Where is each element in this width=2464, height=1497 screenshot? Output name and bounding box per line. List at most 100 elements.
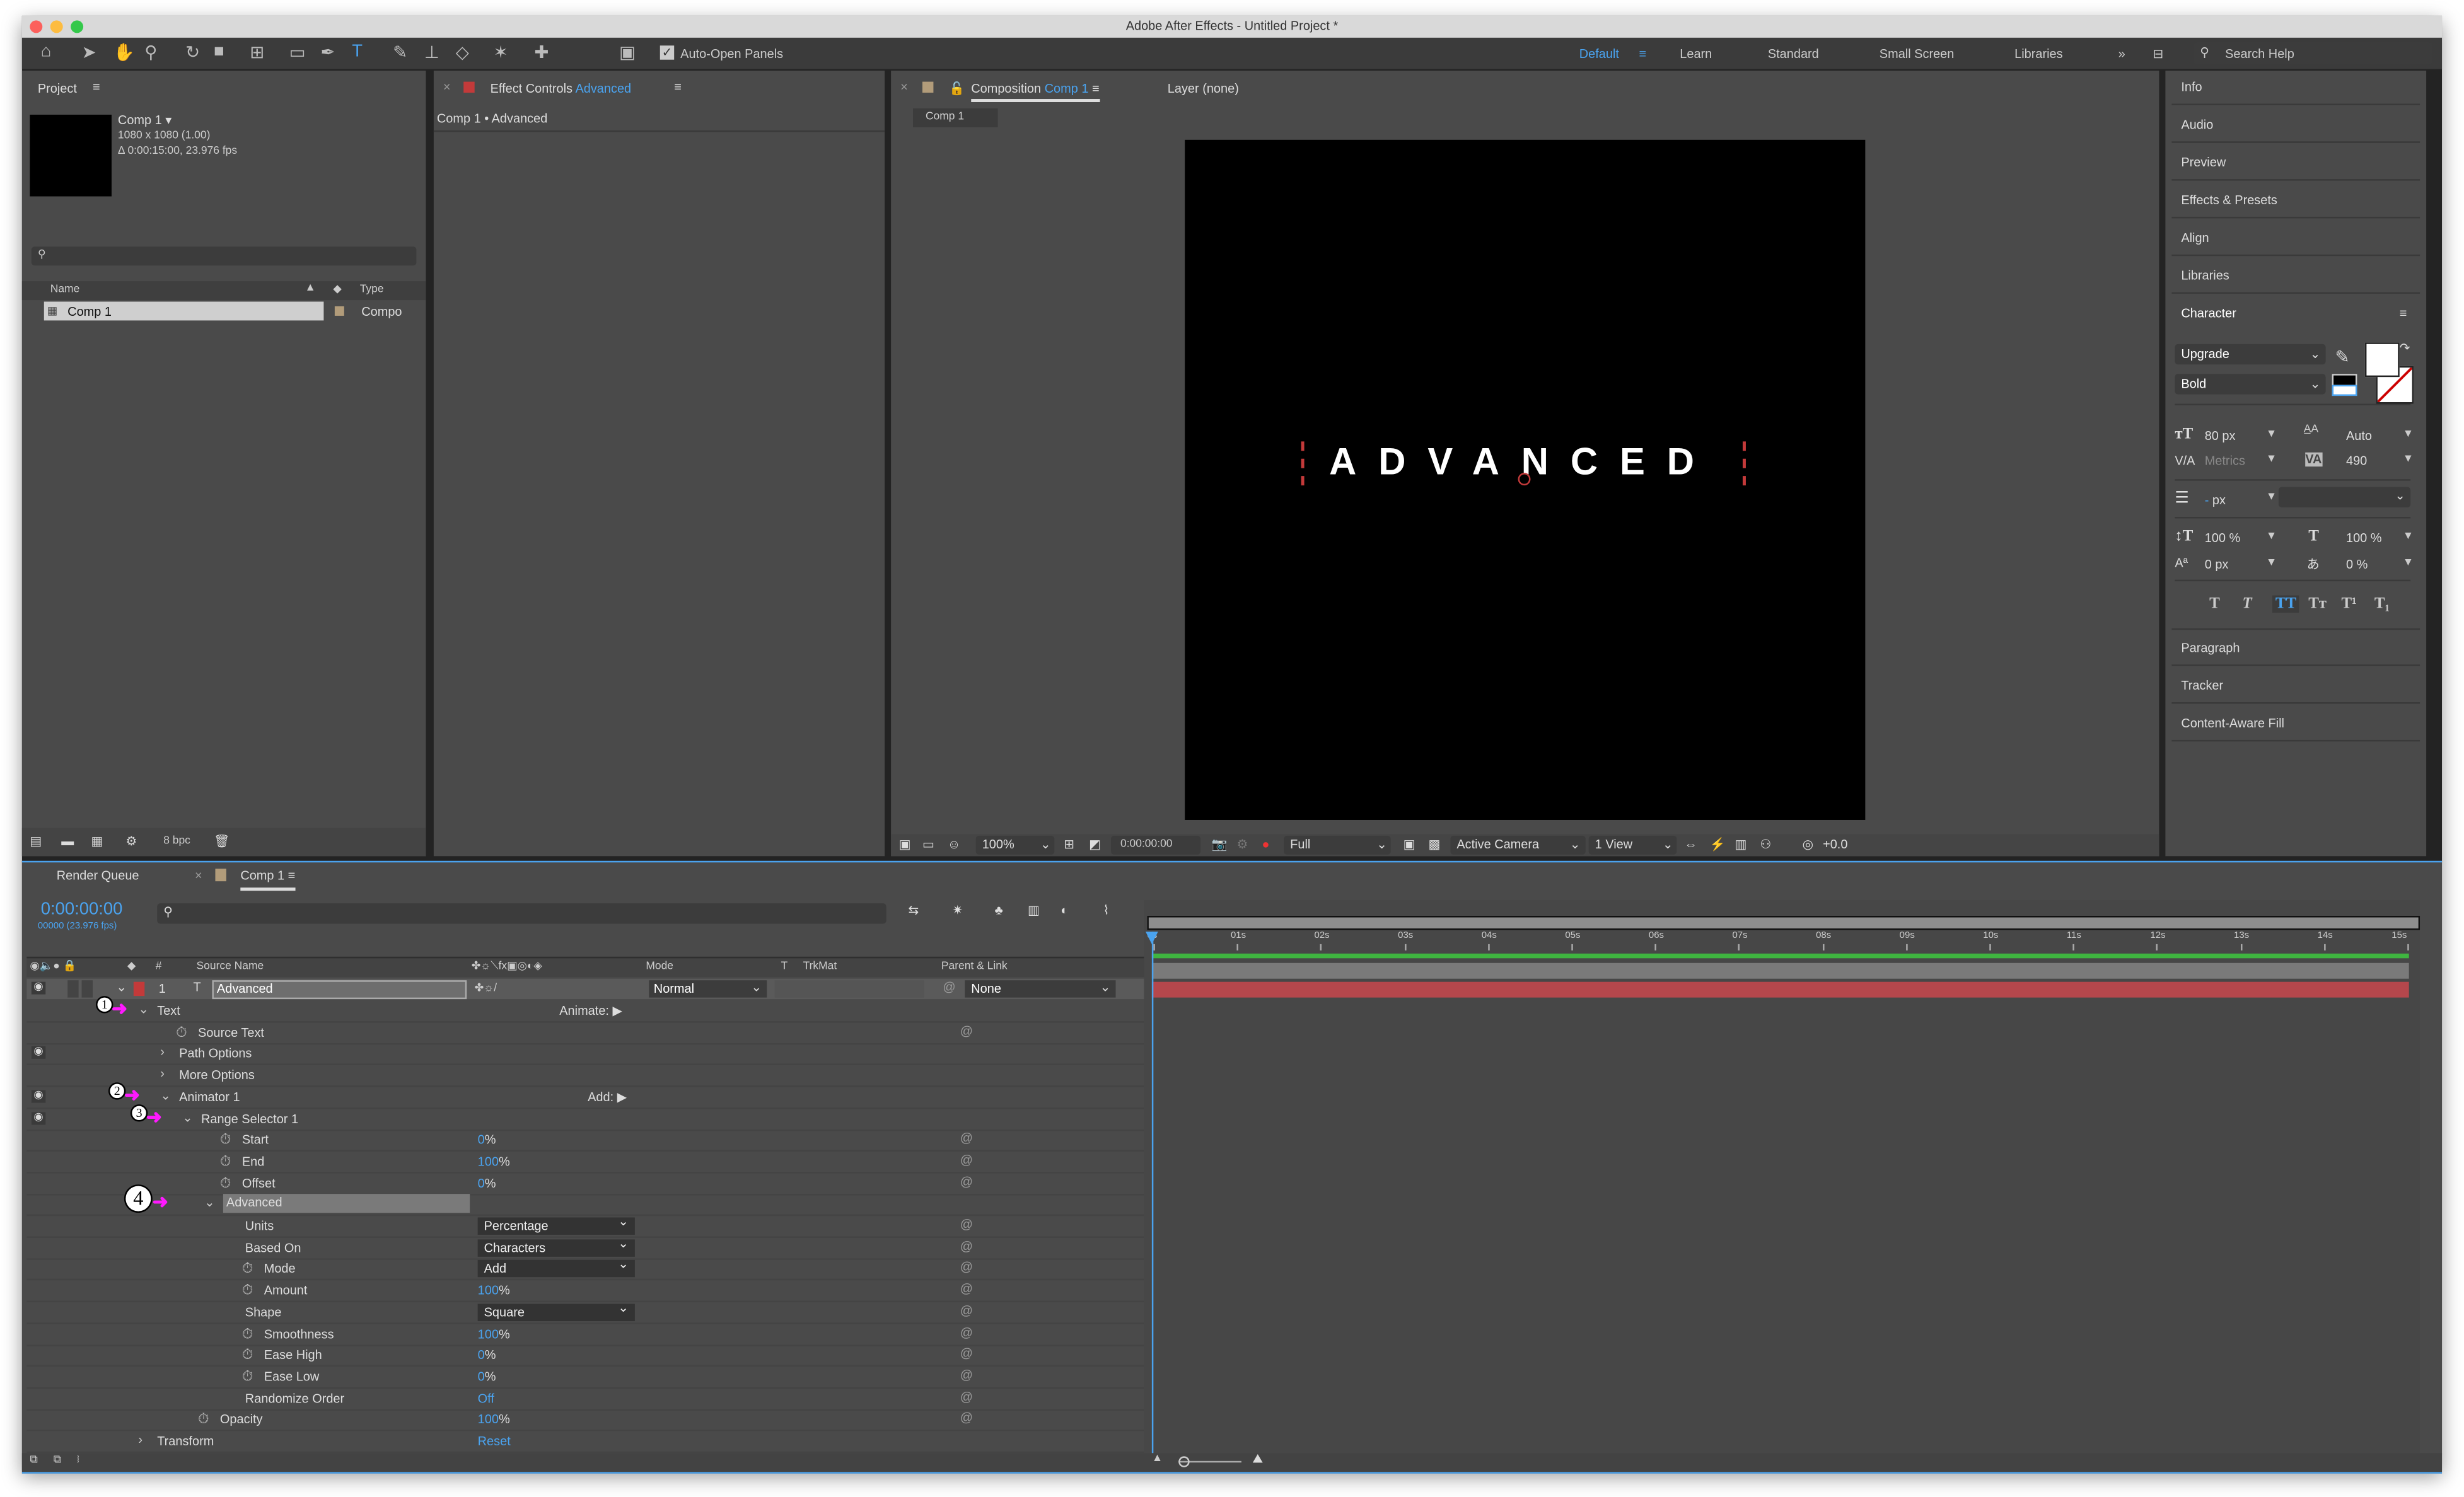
property-value[interactable]: 100% xyxy=(478,1327,510,1341)
new-folder-icon[interactable]: ▬ xyxy=(61,834,74,848)
stopwatch-icon[interactable]: ⏱ xyxy=(242,1282,258,1298)
flowchart-icon[interactable]: ⚇ xyxy=(1760,837,1771,851)
col-trkmat[interactable]: TrkMat xyxy=(803,961,837,972)
workspace-standard[interactable]: Standard xyxy=(1768,47,1819,61)
property-value[interactable]: Reset xyxy=(478,1434,511,1448)
layer-label-color[interactable] xyxy=(133,981,145,997)
panel-menu-icon[interactable]: ≡ xyxy=(2400,306,2407,320)
workspace-small-screen[interactable]: Small Screen xyxy=(1880,47,1955,61)
playhead[interactable] xyxy=(1151,931,1154,1454)
show-snapshot-icon[interactable]: ⚙ xyxy=(1236,837,1248,851)
add-animator-menu[interactable]: Add: ▶ xyxy=(588,1090,627,1104)
property-row-mode[interactable]: ⏱ Mode Add @ xyxy=(26,1256,1148,1281)
panel-content-aware-fill[interactable]: Content-Aware Fill xyxy=(2181,716,2284,730)
sort-ascending-icon[interactable]: ▲ xyxy=(305,283,316,294)
stroke-style-dropdown[interactable]: ⌄ xyxy=(2278,487,2411,508)
zoom-tool-icon[interactable]: ⚲ xyxy=(144,42,157,63)
property-row-randomize-order[interactable]: Randomize Order Off @ xyxy=(26,1388,1148,1411)
property-row-range-selector-1[interactable]: ◉ ⌄ Range Selector 1 3 ➜ xyxy=(26,1103,1148,1131)
comp-mini-flowchart-icon[interactable]: ⇆ xyxy=(909,903,919,917)
solo-toggle[interactable] xyxy=(67,980,79,998)
comp-nav-tab[interactable]: Comp 1 xyxy=(913,108,998,127)
in-out-toggle-icon[interactable]: ⧘ xyxy=(77,1455,79,1467)
hand-tool-icon[interactable]: ✋ xyxy=(113,42,134,63)
stopwatch-icon[interactable]: ⏱ xyxy=(220,1153,236,1169)
home-icon[interactable]: ⌂ xyxy=(41,42,52,61)
twirl-open-icon[interactable]: ⌄ xyxy=(138,1002,149,1016)
eyedropper-icon[interactable]: ✎ xyxy=(2335,347,2350,367)
col-source-name[interactable]: Source Name xyxy=(197,961,264,972)
pen-tool-icon[interactable]: ✒ xyxy=(320,42,335,63)
property-value[interactable]: 0% xyxy=(478,1348,496,1362)
property-row-start[interactable]: ⏱ Start 0% @ xyxy=(26,1130,1148,1152)
trash-icon[interactable]: 🗑 xyxy=(214,834,230,848)
value-number[interactable]: Off xyxy=(478,1391,494,1405)
bit-depth[interactable]: 8 bpc xyxy=(163,836,190,847)
toggle-pixel-aspect-icon[interactable]: ⇔ xyxy=(1685,837,1697,851)
expression-pick-whip-icon[interactable]: @ xyxy=(960,1303,973,1317)
col-name[interactable]: Name xyxy=(50,284,80,295)
minimize-window-button[interactable] xyxy=(50,20,63,33)
tracking-value[interactable]: 490 xyxy=(2346,454,2367,468)
blend-mode-dropdown[interactable]: Normal ⌄ xyxy=(649,980,767,998)
panel-align[interactable]: Align xyxy=(2181,231,2209,245)
expression-pick-whip-icon[interactable]: @ xyxy=(960,1174,973,1188)
tab-label[interactable]: Comp 1 xyxy=(240,869,284,882)
layer-name-field[interactable]: Advanced xyxy=(212,980,467,1000)
expression-pick-whip-icon[interactable]: @ xyxy=(960,1239,973,1253)
property-row-end[interactable]: ⏱ End 100% @ xyxy=(26,1152,1148,1174)
font-family-dropdown[interactable]: Upgrade ⌄ xyxy=(2175,344,2326,365)
rotate-tool-icon[interactable]: ↻ xyxy=(185,42,200,63)
dropdown-triangle-icon[interactable]: ▼ xyxy=(2266,492,2277,502)
workspace-menu-icon[interactable]: ≡ xyxy=(1639,47,1646,61)
property-row-source-text[interactable]: ⏱ Source Text @ xyxy=(26,1022,1148,1044)
time-navigator[interactable] xyxy=(1147,916,2420,930)
current-time-field[interactable]: 0:00:00:00 xyxy=(1111,835,1201,855)
project-item-comp1[interactable]: ▦ Comp 1 Compo xyxy=(22,301,426,321)
property-row-ease-low[interactable]: ⏱ Ease Low 0% @ xyxy=(26,1367,1148,1389)
tab-label[interactable]: Effect Controls xyxy=(491,82,572,96)
property-row-path-options[interactable]: ◉ › Path Options xyxy=(26,1044,1148,1066)
comp-canvas[interactable]: ADVANCED xyxy=(1185,139,1866,820)
tab-comp-name[interactable]: Comp 1 xyxy=(1045,82,1089,96)
property-row-more-options[interactable]: › More Options xyxy=(26,1065,1148,1087)
workspace-learn[interactable]: Learn xyxy=(1680,47,1712,61)
puppet-tool-icon[interactable]: ✚ xyxy=(534,42,549,63)
layer-switches[interactable]: ✤☼/ xyxy=(475,982,497,994)
leading-value[interactable]: Auto xyxy=(2346,429,2372,442)
close-tab-icon[interactable]: × xyxy=(443,80,451,94)
expression-pick-whip-icon[interactable]: @ xyxy=(960,1024,973,1037)
property-dropdown[interactable]: Percentage xyxy=(477,1213,635,1235)
value-number[interactable]: 100 xyxy=(478,1155,499,1169)
dropdown-triangle-icon[interactable]: ▼ xyxy=(2403,454,2414,465)
time-graph[interactable]: 0s01s02s03s04s05s06s07s08s09s10s11s12s13… xyxy=(1144,900,2420,1454)
kerning-value[interactable]: Metrics xyxy=(2205,454,2245,468)
parent-pick-whip-icon[interactable]: @ xyxy=(943,980,955,994)
interpret-footage-icon[interactable]: ▤ xyxy=(30,834,42,848)
draft-3d-icon[interactable]: ✷ xyxy=(952,903,963,917)
property-row-animator-1[interactable]: ◉ ⌄ Animator 1 Add: ▶ 2 ➜ xyxy=(26,1082,1148,1109)
parent-dropdown[interactable]: None ⌄ xyxy=(965,980,1116,998)
resolution-dropdown[interactable]: Full ⌄ xyxy=(1284,835,1391,855)
expression-pick-whip-icon[interactable]: @ xyxy=(960,1218,973,1232)
fill-color-swatch[interactable] xyxy=(2364,342,2400,378)
workspace-default[interactable]: Default xyxy=(1579,47,1619,61)
property-row-smoothness[interactable]: ⏱ Smoothness 100% @ xyxy=(26,1324,1148,1346)
zoom-in-icon[interactable]: ⛰ xyxy=(1252,1452,1263,1467)
dropdown-triangle-icon[interactable]: ▼ xyxy=(2266,454,2277,465)
grid-guides-icon[interactable]: ⊞ xyxy=(1064,837,1074,851)
brush-tool-icon[interactable]: ✎ xyxy=(393,42,407,63)
zoom-out-icon[interactable]: ▲ xyxy=(1152,1453,1163,1464)
property-row-ease-high[interactable]: ⏱ Ease High 0% @ xyxy=(26,1345,1148,1367)
property-value[interactable]: 100% xyxy=(478,1283,510,1297)
panel-libraries[interactable]: Libraries xyxy=(2181,269,2229,282)
twirl-open-icon[interactable]: ⌄ xyxy=(116,980,127,994)
play-arrow-icon[interactable]: ▶ xyxy=(609,1004,622,1018)
value-number[interactable]: 100 xyxy=(478,1327,499,1341)
stopwatch-icon[interactable]: ⏱ xyxy=(242,1325,258,1341)
mask-visibility-icon[interactable]: ☺ xyxy=(948,837,960,851)
dropdown-triangle-icon[interactable]: ▼ xyxy=(2266,558,2277,569)
tsume-value[interactable]: 0 % xyxy=(2346,558,2368,572)
panel-effects-presets[interactable]: Effects & Presets xyxy=(2181,194,2277,207)
property-value[interactable]: 0% xyxy=(478,1370,496,1384)
